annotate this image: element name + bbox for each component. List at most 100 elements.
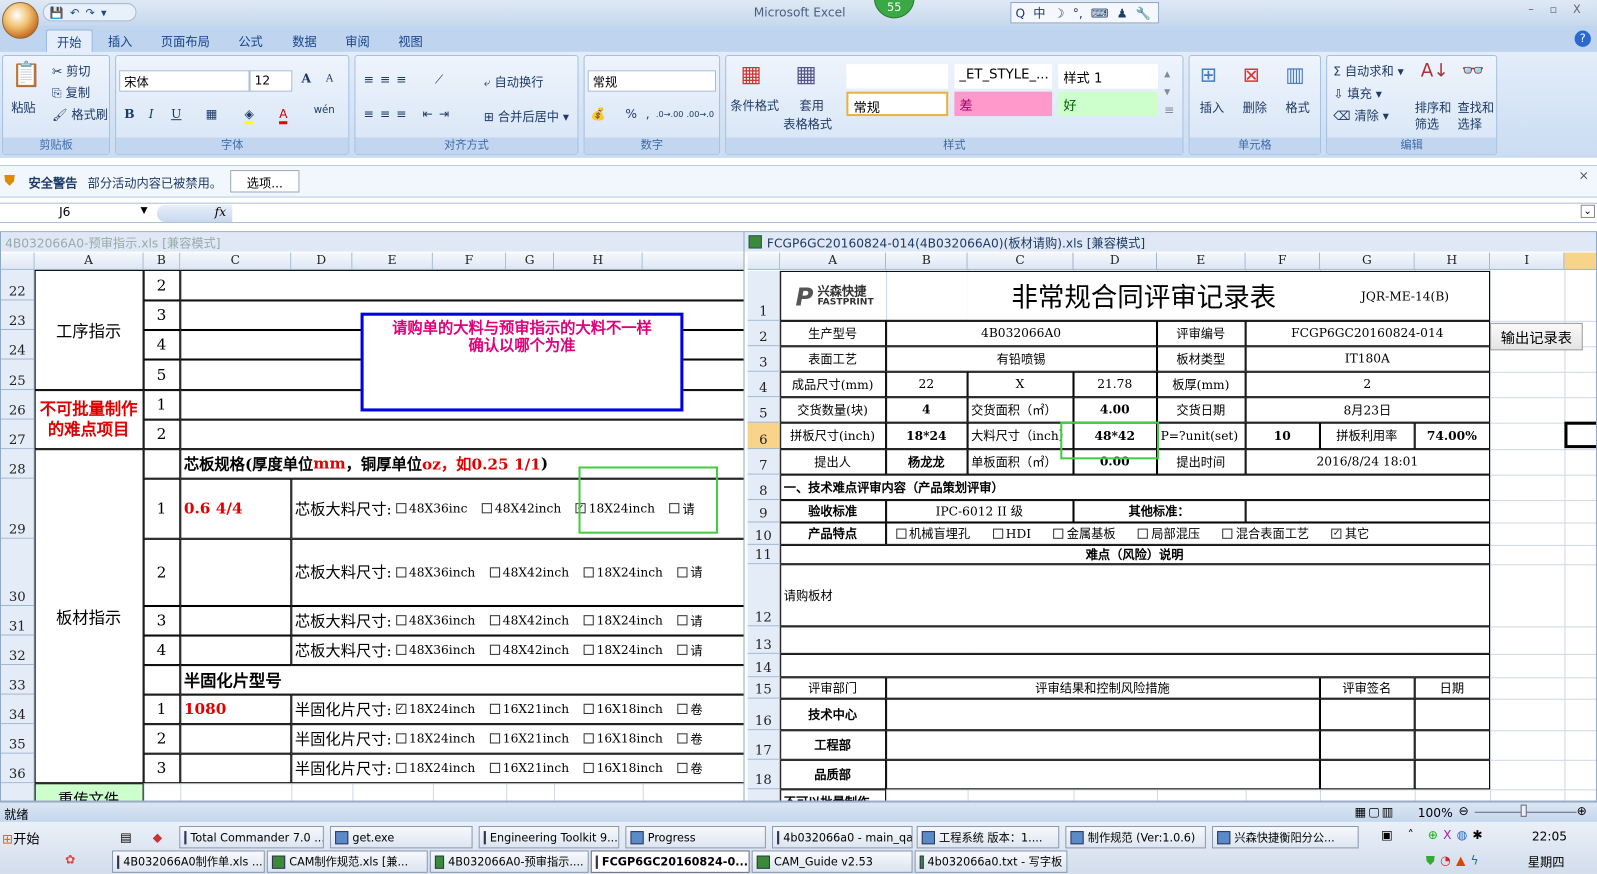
checkbox-icon[interactable] xyxy=(677,703,688,714)
row-header[interactable]: 33 xyxy=(1,665,35,695)
checkbox-icon[interactable] xyxy=(583,703,594,714)
security-options-button[interactable]: 选项... xyxy=(230,170,300,193)
checkbox-option[interactable]: HDI xyxy=(992,525,1031,542)
bold-button[interactable]: B xyxy=(124,107,134,121)
styles-scroll-icons[interactable]: ▴ ▾ ≡ xyxy=(1164,64,1174,119)
row-header[interactable]: 35 xyxy=(1,724,35,754)
column-header[interactable]: F xyxy=(1245,252,1320,270)
paste-button[interactable]: 粘贴 xyxy=(11,99,35,116)
checkbox-icon[interactable] xyxy=(1222,528,1233,539)
cell[interactable]: 4 xyxy=(885,396,968,423)
row-header[interactable]: 1 xyxy=(747,270,781,321)
checkbox-icon[interactable] xyxy=(395,733,406,744)
checkbox-option[interactable]: 请 xyxy=(677,612,703,629)
style-blank[interactable] xyxy=(846,64,949,89)
row-header[interactable]: 32 xyxy=(1,635,35,666)
style-bad[interactable]: 差 xyxy=(954,91,1053,117)
checkbox-option[interactable]: 卷 xyxy=(677,730,703,747)
row-header[interactable]: 22 xyxy=(1,269,35,301)
cell[interactable]: 提出时间 xyxy=(1156,448,1246,475)
cell[interactable]: 交货数量(块) xyxy=(779,396,886,423)
checkbox-option[interactable]: 卷 xyxy=(677,759,703,776)
cell[interactable] xyxy=(179,635,291,665)
autosum-button[interactable]: Σ 自动求和 ▾ xyxy=(1333,62,1404,79)
row-header[interactable]: 34 xyxy=(1,694,35,725)
ime-chinese-icon[interactable]: 中 xyxy=(1033,4,1045,21)
column-header[interactable]: C xyxy=(967,252,1074,270)
format-cells-button[interactable]: 格式 xyxy=(1285,99,1309,116)
cell[interactable]: 不可批量制作的难点项目 xyxy=(34,389,144,449)
cell[interactable]: 一、技术难点评审内容（产品策划评审） xyxy=(779,474,1490,500)
comma-button[interactable]: , xyxy=(646,107,650,121)
style-good[interactable]: 好 xyxy=(1058,91,1159,117)
cell[interactable]: 芯板大料尺寸: 48X36inch 48X42inch 18X24inch 请 xyxy=(290,605,744,636)
cell[interactable]: FCGP6GC20160824-014 xyxy=(1245,320,1490,346)
tray-icons-row1[interactable]: ˄ ⊕X◍✱ xyxy=(1408,828,1488,842)
cell[interactable]: 单板面积（㎡） xyxy=(967,448,1073,475)
cell[interactable]: 生产型号 xyxy=(779,320,886,346)
cell[interactable]: 4 xyxy=(143,635,180,665)
cut-button[interactable]: ✂ 剪切 xyxy=(52,62,91,79)
number-format-select[interactable]: 常规 xyxy=(587,70,717,92)
checkbox-icon[interactable] xyxy=(395,762,406,774)
column-header[interactable]: B xyxy=(143,252,181,270)
taskbar-button[interactable]: FCGP6GC20160824-0... xyxy=(590,850,750,873)
start-button[interactable]: ⊞开始 xyxy=(2,828,40,847)
font-size-select[interactable]: 12 xyxy=(249,70,293,92)
tab-review[interactable]: 审阅 xyxy=(335,30,380,52)
cell[interactable] xyxy=(1414,729,1490,760)
cell[interactable] xyxy=(1319,698,1415,730)
tab-insert[interactable]: 插入 xyxy=(98,30,143,52)
cell[interactable]: 评审签名 xyxy=(1319,676,1415,699)
checkbox-icon[interactable] xyxy=(583,615,594,626)
percent-button[interactable]: % xyxy=(625,107,637,121)
cell[interactable]: 其他标准： xyxy=(1072,499,1246,522)
row-header[interactable]: 18 xyxy=(747,759,781,790)
cell[interactable]: 18*24 xyxy=(885,422,968,449)
row-header[interactable]: 3 xyxy=(747,346,781,372)
copy-button[interactable]: ⎘ 复制 xyxy=(52,84,90,101)
row-header[interactable]: 4 xyxy=(747,371,781,398)
fill-color-icon[interactable]: ◈ xyxy=(244,107,254,125)
checkbox-icon[interactable] xyxy=(583,762,594,774)
cell[interactable]: 产品特点 xyxy=(779,521,886,545)
italic-button[interactable]: I xyxy=(149,107,154,121)
view-buttons-icon[interactable]: ▦▢▥ xyxy=(1355,805,1396,819)
find-select-button[interactable]: 查找和 xyxy=(1457,99,1494,116)
checkbox-option[interactable]: 16X21inch xyxy=(489,759,569,776)
ime-keyboard-icon[interactable]: ⌨ xyxy=(1091,6,1109,20)
horizontal-align-icons[interactable]: ≡≡≡ ⇤⇥ xyxy=(364,107,456,121)
tab-data[interactable]: 数据 xyxy=(282,30,327,52)
checkbox-option[interactable]: 48X36inc xyxy=(395,500,467,517)
zoom-out-icon[interactable]: ⊖ xyxy=(1458,804,1468,818)
cell[interactable]: 请购板材 xyxy=(779,563,1490,626)
checkbox-option[interactable]: 16X18inch xyxy=(583,759,663,776)
cell[interactable]: 2 xyxy=(143,538,180,606)
cell[interactable] xyxy=(1414,698,1490,730)
clock-day[interactable]: 星期四 xyxy=(1528,854,1565,871)
clear-button[interactable]: ⌫ 清除 ▾ xyxy=(1333,107,1389,124)
sort-filter-icon[interactable]: A↓ xyxy=(1421,60,1449,81)
checkbox-option[interactable]: 请 xyxy=(677,563,703,580)
checkbox-option[interactable]: 请 xyxy=(677,641,703,658)
delete-cells-button[interactable]: 删除 xyxy=(1243,99,1267,116)
cell[interactable]: 2016/8/24 18:01 xyxy=(1245,448,1490,475)
cell[interactable]: 板材类型 xyxy=(1156,345,1246,372)
ime-moon-icon[interactable]: ☽ xyxy=(1054,6,1065,20)
checkbox-option[interactable]: 卷 xyxy=(677,700,703,717)
cell[interactable]: 2 xyxy=(1245,371,1490,397)
output-record-button[interactable]: 输出记录表 xyxy=(1490,322,1583,351)
tab-home[interactable]: 开始 xyxy=(45,29,93,52)
column-header[interactable] xyxy=(642,252,744,270)
style-normal[interactable]: 常规 xyxy=(846,91,949,117)
taskbar-toolbar-icon[interactable]: ▣ xyxy=(1381,828,1393,842)
cell[interactable] xyxy=(179,538,291,606)
zoom-in-icon[interactable]: ⊕ xyxy=(1577,804,1587,818)
taskbar-button[interactable]: get.exe xyxy=(329,826,473,849)
cell[interactable]: 品质部 xyxy=(779,759,886,789)
taskbar-button[interactable]: 制作规范 (Ver:1.0.6) xyxy=(1065,826,1206,849)
row-header[interactable]: 14 xyxy=(747,653,781,678)
checkbox-option[interactable]: 16X21inch xyxy=(489,730,569,747)
cell[interactable] xyxy=(143,448,180,479)
cell[interactable]: 评审编号 xyxy=(1156,320,1246,346)
